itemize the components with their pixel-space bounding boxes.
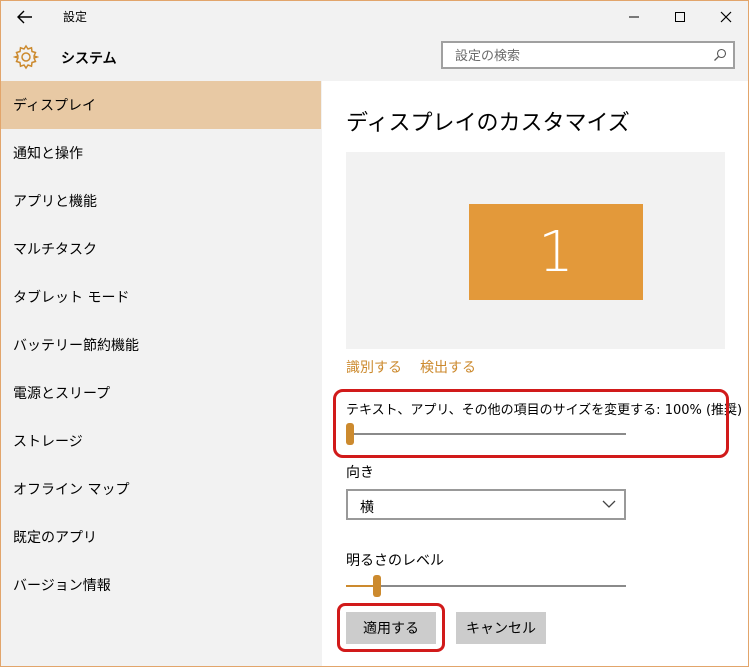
main-content: ディスプレイのカスタマイズ 1 識別する 検出する テキスト、アプリ、その他の項… bbox=[322, 81, 748, 666]
brightness-label: 明るさのレベル bbox=[346, 553, 444, 569]
search-icon[interactable] bbox=[713, 48, 727, 62]
slider-thumb[interactable] bbox=[346, 423, 354, 445]
sidebar-item-tablet-mode[interactable]: タブレット モード bbox=[1, 273, 321, 321]
sidebar-item-label: アプリと機能 bbox=[13, 194, 97, 210]
detect-link[interactable]: 検出する bbox=[420, 357, 476, 377]
close-icon bbox=[720, 11, 732, 23]
header: システム bbox=[1, 33, 748, 81]
sidebar-item-offline-maps[interactable]: オフライン マップ bbox=[1, 465, 321, 513]
settings-window: 設定 システム ディスプレイ bbox=[0, 0, 749, 667]
display-preview: 1 bbox=[346, 152, 725, 349]
arrow-left-icon bbox=[17, 10, 32, 24]
apply-button[interactable]: 適用する bbox=[346, 612, 436, 644]
sidebar-item-label: バッテリー節約機能 bbox=[13, 338, 139, 354]
cancel-button[interactable]: キャンセル bbox=[456, 612, 546, 644]
sidebar-item-label: バージョン情報 bbox=[13, 578, 111, 594]
minimize-button[interactable] bbox=[611, 1, 657, 33]
monitor-1[interactable]: 1 bbox=[469, 204, 643, 300]
window-title: 設定 bbox=[63, 10, 88, 24]
maximize-icon bbox=[675, 12, 685, 22]
slider-track bbox=[346, 433, 626, 435]
slider-track bbox=[346, 585, 626, 587]
search-input[interactable] bbox=[453, 46, 707, 66]
gear-icon bbox=[13, 44, 39, 70]
back-button[interactable] bbox=[11, 5, 39, 29]
sidebar-item-display[interactable]: ディスプレイ bbox=[1, 81, 321, 129]
chevron-down-icon bbox=[602, 500, 616, 508]
orientation-value: 横 bbox=[360, 500, 374, 516]
maximize-button[interactable] bbox=[657, 1, 703, 33]
sidebar-item-power-sleep[interactable]: 電源とスリープ bbox=[1, 369, 321, 417]
sidebar-item-label: オフライン マップ bbox=[13, 482, 130, 498]
sidebar-item-default-apps[interactable]: 既定のアプリ bbox=[1, 513, 321, 561]
identify-link[interactable]: 識別する bbox=[346, 357, 402, 377]
close-button[interactable] bbox=[703, 1, 748, 33]
page-title: ディスプレイのカスタマイズ bbox=[346, 111, 630, 136]
page-section-title: システム bbox=[61, 51, 117, 67]
scale-slider[interactable] bbox=[346, 423, 626, 445]
sidebar-item-storage[interactable]: ストレージ bbox=[1, 417, 321, 465]
scale-label: テキスト、アプリ、その他の項目のサイズを変更する: 100% (推奨) bbox=[346, 403, 743, 418]
title-bar: 設定 bbox=[1, 1, 748, 33]
minimize-icon bbox=[629, 16, 639, 18]
sidebar-item-label: 通知と操作 bbox=[13, 146, 83, 162]
sidebar-item-multitasking[interactable]: マルチタスク bbox=[1, 225, 321, 273]
orientation-label: 向き bbox=[346, 465, 374, 481]
slider-thumb[interactable] bbox=[373, 575, 381, 597]
sidebar-item-notifications[interactable]: 通知と操作 bbox=[1, 129, 321, 177]
sidebar-item-label: ストレージ bbox=[13, 434, 83, 450]
sidebar-item-about[interactable]: バージョン情報 bbox=[1, 561, 321, 609]
sidebar-item-label: マルチタスク bbox=[13, 242, 97, 258]
sidebar-item-battery-saver[interactable]: バッテリー節約機能 bbox=[1, 321, 321, 369]
sidebar-item-label: ディスプレイ bbox=[13, 98, 97, 114]
brightness-slider[interactable] bbox=[346, 575, 626, 597]
sidebar-item-label: 電源とスリープ bbox=[13, 386, 111, 402]
orientation-select[interactable]: 横 bbox=[346, 489, 626, 520]
sidebar-item-label: タブレット モード bbox=[13, 290, 130, 306]
monitor-number: 1 bbox=[538, 219, 574, 285]
sidebar-item-apps[interactable]: アプリと機能 bbox=[1, 177, 321, 225]
search-box[interactable] bbox=[441, 41, 735, 69]
sidebar: ディスプレイ 通知と操作 アプリと機能 マルチタスク タブレット モード バッテ… bbox=[1, 81, 321, 666]
sidebar-item-label: 既定のアプリ bbox=[13, 530, 97, 546]
